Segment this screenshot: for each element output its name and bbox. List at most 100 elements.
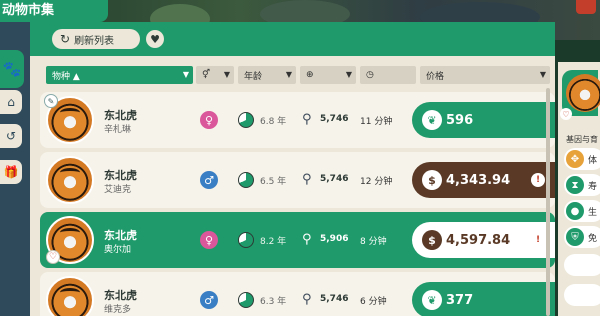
animal-subname: 奥尔加 (104, 245, 132, 255)
filter-age[interactable]: 年龄 ▼ (238, 66, 296, 84)
licence-points: 5,906 (320, 234, 349, 244)
window-title: 动物市集 (0, 0, 108, 22)
price-value: 377 (446, 292, 474, 308)
trait-label: 体 (588, 156, 598, 166)
animal-subname: 辛札琳 (104, 125, 132, 135)
trait-label: 免 (588, 234, 598, 244)
licence-medal-icon: ⚲ (302, 232, 312, 247)
favorite-heart-icon[interactable]: ♡ (560, 108, 572, 120)
animal-name: 东北虎 (104, 109, 137, 122)
gift-icon[interactable]: 🎁 (0, 160, 22, 184)
time-remaining: 6 分钟 (360, 297, 387, 307)
tiger-face (566, 74, 600, 112)
refresh-label: 刷新列表 (74, 35, 115, 47)
history-icon[interactable]: ↺ (0, 124, 22, 148)
gender-filter-icon: ⚥ (202, 70, 211, 80)
size-icon: ✥ (566, 150, 584, 168)
trait-fertility[interactable]: ● 生 (564, 200, 600, 222)
conservation-credit-icon: ❦ (422, 110, 442, 130)
price-header-label: 价格 (426, 71, 445, 82)
notification-badge[interactable] (576, 0, 596, 14)
market-panel: ↻ 刷新列表 ♥ 物种 ▲ ▼ ⚥ ▼ 年龄 ▼ ⊕ ▼ ◷ 价格 ▼ ✎ 东北… (30, 22, 555, 316)
animal-row-selected[interactable]: ♡ 东北虎 奥尔加 ♀ 8.2 年 ⚲ 5,906 8 分钟 $ 4,597.8… (40, 212, 555, 268)
price-tag[interactable]: ❦ 377 (412, 282, 555, 316)
animal-age: 6.5 年 (260, 177, 287, 187)
clock-icon: ◷ (366, 70, 374, 80)
female-icon: ♀ (200, 111, 218, 129)
species-header-label: 物种 ▲ (52, 71, 80, 82)
detail-slot (564, 254, 600, 276)
price-value: 4,597.84 (446, 232, 511, 248)
dropdown-arrow-icon: ▼ (345, 70, 352, 79)
animal-row[interactable]: ✎ 东北虎 辛札琳 ♀ 6.8 年 ⚲ 5,746 11 分钟 ❦ 596 (40, 92, 555, 148)
price-value: 596 (446, 112, 474, 128)
licence-medal-icon: ⚲ (302, 292, 312, 307)
tiger-portrait (46, 156, 94, 204)
trait-immunity[interactable]: ⛨ 免 (564, 226, 600, 248)
licence-filter-icon: ⊕ (306, 70, 314, 80)
dropdown-arrow-icon: ▼ (223, 70, 230, 79)
toolbar: ↻ 刷新列表 ♥ (30, 22, 555, 56)
price-tag[interactable]: $ 4,343.94 ! (412, 162, 555, 198)
animal-name: 东北虎 (104, 169, 137, 182)
male-icon: ♂ (200, 171, 218, 189)
warning-icon: ! (531, 173, 545, 187)
time-remaining: 12 分钟 (360, 177, 393, 187)
money-icon: $ (422, 230, 442, 250)
animal-age: 6.8 年 (260, 117, 287, 127)
licence-medal-icon: ⚲ (302, 172, 312, 187)
hourglass-icon: ⧗ (566, 176, 584, 194)
filter-time[interactable]: ◷ (360, 66, 416, 84)
animal-name: 东北虎 (104, 229, 137, 242)
favorite-heart-icon[interactable]: ♡ (46, 250, 60, 264)
tiger-portrait (46, 276, 94, 316)
warning-icon: ! (531, 233, 545, 247)
genetics-section-label: 基因与育 (566, 135, 598, 144)
dropdown-arrow-icon: ▼ (285, 70, 292, 79)
badge-icon: ✎ (44, 94, 58, 108)
price-value: 4,343.94 (446, 172, 511, 188)
animal-row[interactable]: 东北虎 维克多 ♂ 6.3 年 ⚲ 5,746 6 分钟 ❦ 377 (40, 272, 555, 316)
dropdown-arrow-icon: ▼ (182, 70, 189, 79)
age-pie-icon (238, 112, 254, 128)
favorites-heart-icon[interactable]: ♥ (146, 30, 164, 48)
age-pie-icon (238, 232, 254, 248)
trait-label: 生 (588, 208, 598, 218)
price-tag[interactable]: ❦ 596 (412, 102, 555, 138)
money-icon: $ (422, 170, 442, 190)
animal-subname: 维克多 (104, 305, 132, 315)
animal-name: 东北虎 (104, 289, 137, 302)
filter-price[interactable]: 价格 ▼ (420, 66, 550, 84)
animal-subname: 艾迪克 (104, 185, 132, 195)
dropdown-arrow-icon: ▼ (539, 70, 546, 79)
filter-gender[interactable]: ⚥ ▼ (196, 66, 234, 84)
refresh-icon: ↻ (60, 32, 71, 46)
animal-age: 8.2 年 (260, 237, 287, 247)
trait-longevity[interactable]: ⧗ 寿 (564, 174, 600, 196)
left-sidebar: 🐾 ⌂ ↺ 🎁 (0, 22, 30, 316)
animal-row[interactable]: 东北虎 艾迪克 ♂ 6.5 年 ⚲ 5,746 12 分钟 $ 4,343.94… (40, 152, 555, 208)
animal-market-icon[interactable]: 🐾 (0, 50, 24, 88)
age-header-label: 年龄 (244, 71, 263, 82)
shelter-icon[interactable]: ⌂ (0, 90, 22, 114)
time-remaining: 8 分钟 (360, 237, 387, 247)
trait-size[interactable]: ✥ 体 (564, 148, 600, 170)
fertility-icon: ● (566, 202, 584, 220)
licence-points: 5,746 (320, 114, 349, 124)
filter-species[interactable]: 物种 ▲ ▼ (46, 66, 193, 84)
list-scrollbar[interactable] (546, 88, 550, 316)
shield-icon: ⛨ (566, 228, 584, 246)
licence-medal-icon: ⚲ (302, 112, 312, 127)
detail-panel: ♡ 基因与育 ✥ 体 ⧗ 寿 ● 生 ⛨ 免 (558, 62, 600, 316)
licence-points: 5,746 (320, 174, 349, 184)
price-tag[interactable]: $ 4,597.84 ! (412, 222, 555, 258)
filter-licence[interactable]: ⊕ ▼ (300, 66, 356, 84)
trait-label: 寿 (588, 182, 598, 192)
licence-points: 5,746 (320, 294, 349, 304)
age-pie-icon (238, 172, 254, 188)
refresh-list-button[interactable]: ↻ 刷新列表 (52, 29, 140, 49)
detail-slot (564, 284, 600, 306)
animal-age: 6.3 年 (260, 297, 287, 307)
male-icon: ♂ (200, 291, 218, 309)
age-pie-icon (238, 292, 254, 308)
